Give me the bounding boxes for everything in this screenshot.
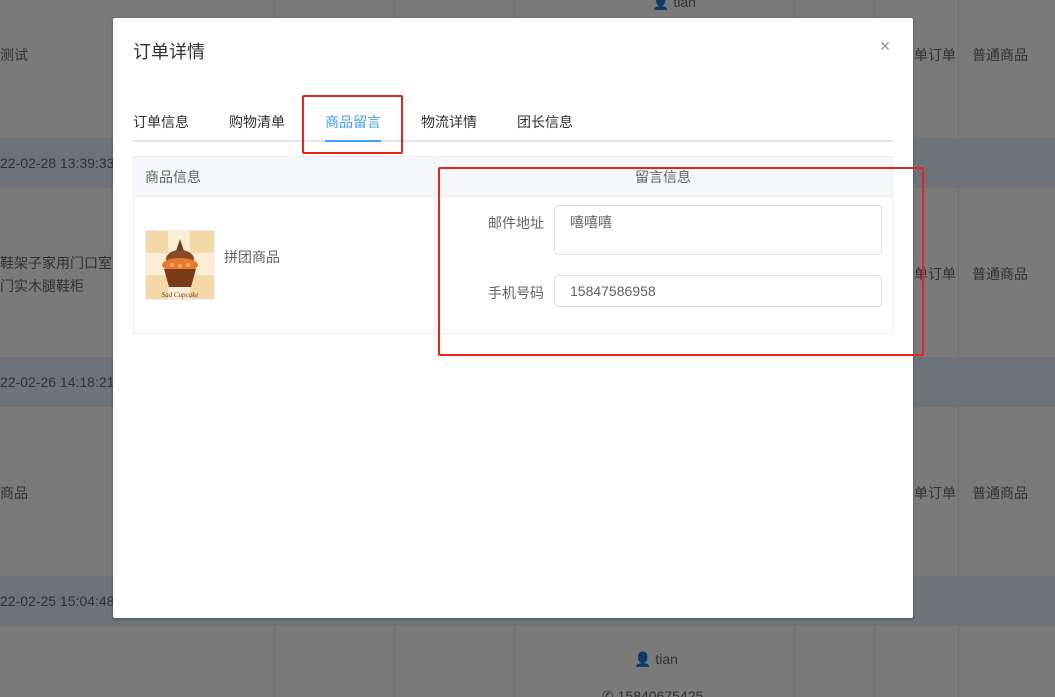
product-image: Sad Cupcake xyxy=(145,230,215,300)
tab-leader-info[interactable]: 团长信息 xyxy=(517,102,573,142)
tab-bar: 订单信息 购物清单 商品留言 物流详情 团长信息 xyxy=(133,102,893,142)
cupcake-icon: Sad Cupcake xyxy=(146,231,214,299)
product-image-caption: Sad Cupcake xyxy=(162,291,199,299)
highlight-message-area xyxy=(438,167,924,356)
tab-logistics[interactable]: 物流详情 xyxy=(421,102,477,142)
highlight-active-tab xyxy=(302,95,403,154)
product-name: 拼团商品 xyxy=(224,249,280,265)
close-icon[interactable]: × xyxy=(877,37,893,55)
tab-order-info[interactable]: 订单信息 xyxy=(133,102,189,142)
tab-shopping-list[interactable]: 购物清单 xyxy=(229,102,285,142)
column-header-product: 商品信息 xyxy=(145,169,201,185)
dialog-title: 订单详情 xyxy=(133,42,205,62)
